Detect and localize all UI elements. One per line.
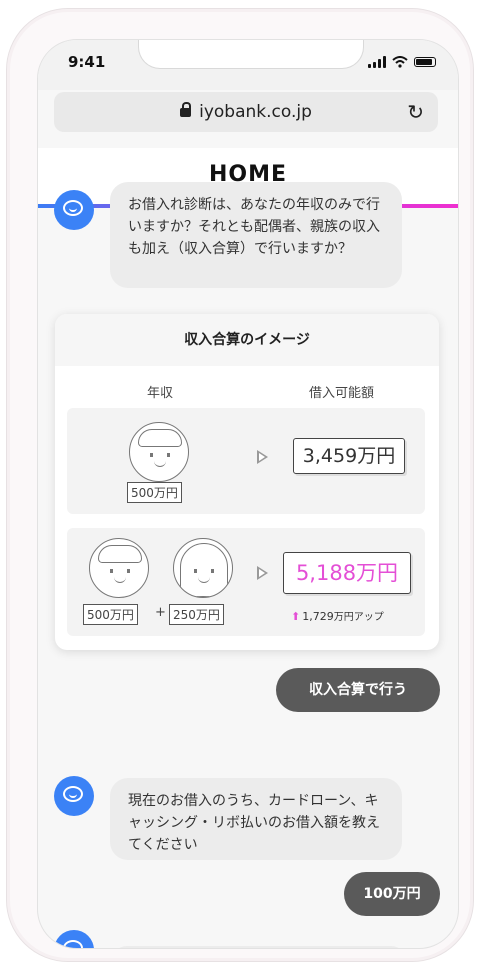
arrow-right-icon: [257, 566, 268, 580]
lock-icon: [180, 102, 192, 117]
arrow-right-icon: [257, 450, 268, 464]
income-box-a: 500万円: [83, 604, 138, 625]
chat-bot-icon: [54, 776, 94, 816]
income-box: 500万円: [127, 482, 182, 503]
notch: [138, 40, 364, 69]
chat-area[interactable]: お借入れ診断は、あなたの年収のみで行いますか？それとも配偶者、親族の収入も加え（…: [38, 182, 458, 948]
wifi-icon: [392, 56, 408, 68]
signal-icon: [368, 56, 386, 68]
female-avatar-icon: [173, 538, 233, 598]
reload-icon[interactable]: ↻: [407, 100, 424, 124]
increase-note: ⬆ 1,729万円アップ: [291, 608, 384, 623]
chat-bot-icon: [54, 190, 94, 230]
url-text-wrap: iyobank.co.jp: [54, 102, 438, 122]
phone-frame: 9:41 iyobank.co.jp ↻ HOME お借入れ診断は、あなたの年収…: [6, 8, 474, 962]
increase-suffix: 万円アップ: [333, 612, 384, 623]
male-avatar-icon: [89, 538, 149, 598]
status-bar: 9:41: [38, 40, 458, 90]
bot-message: お借入れ診断は、あなたの年収のみで行いますか？それとも配偶者、親族の収入も加え（…: [110, 182, 402, 288]
borrow-amount-combined: 5,188万円: [283, 552, 411, 594]
bot-message: 現在のお借入のうち、カードローン、キャッシング・リボ払いのお借入額を教えてくださ…: [110, 778, 402, 860]
income-row-single: 500万円 3,459万円: [67, 408, 425, 514]
phone-screen: 9:41 iyobank.co.jp ↻ HOME お借入れ診断は、あなたの年収…: [37, 39, 459, 949]
status-icons: [368, 56, 436, 68]
battery-icon: [414, 57, 436, 67]
income-combination-card: 収入合算のイメージ 年収 借入可能額 500万円 3,459万円 500万円 +…: [55, 314, 439, 650]
url-text: iyobank.co.jp: [199, 102, 312, 122]
income-box-b: 250万円: [169, 604, 224, 625]
user-reply-combine[interactable]: 収入合算で行う: [276, 668, 440, 712]
chat-bot-icon: [54, 930, 94, 948]
status-time: 9:41: [68, 53, 106, 71]
up-arrow-icon: ⬆: [291, 610, 301, 623]
url-bar[interactable]: iyobank.co.jp ↻: [54, 92, 438, 132]
plus-sign: +: [155, 605, 166, 620]
borrow-amount: 3,459万円: [293, 438, 405, 474]
income-row-combined: 500万円 + 250万円 5,188万円 ⬆ 1,729万円アップ: [67, 528, 425, 636]
user-reply-amount[interactable]: 100万円: [344, 872, 440, 916]
bot-message-text: 現在のお借入のうち、カードローン、キャッシング・リボ払いのお借入額を教えてくださ…: [128, 793, 380, 853]
bot-message-partial: [112, 946, 406, 948]
col-income-label: 年収: [147, 386, 174, 401]
card-title: 収入合算のイメージ: [55, 314, 439, 366]
col-limit-label: 借入可能額: [309, 386, 375, 401]
male-avatar-icon: [129, 422, 189, 482]
increase-value: 1,729: [302, 610, 334, 623]
bot-message-text: お借入れ診断は、あなたの年収のみで行いますか？それとも配偶者、親族の収入も加え（…: [128, 197, 380, 257]
